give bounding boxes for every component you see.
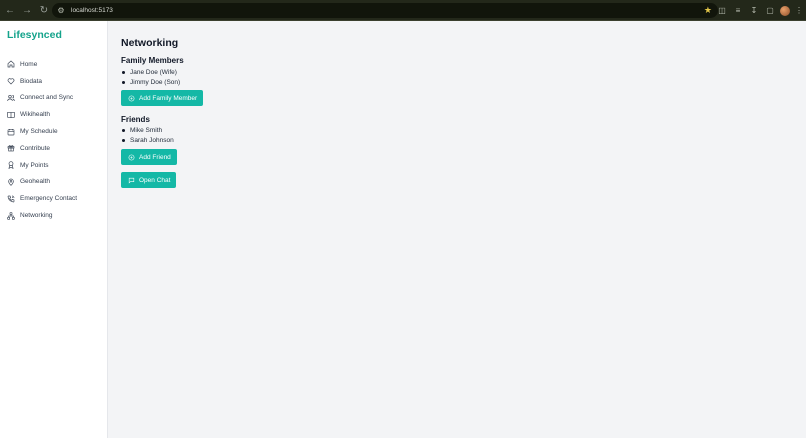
plus-circle-icon <box>128 95 135 101</box>
list-item: Mike Smith <box>121 125 174 135</box>
sidebar-item-label: Contribute <box>20 144 50 152</box>
sidebar-item-label: Networking <box>20 212 53 220</box>
sidebar-item-label: Home <box>20 60 38 68</box>
sidebar-item-emergency-contact[interactable]: Emergency Contact <box>0 190 108 207</box>
sidebar-item-wikihealth[interactable]: Wikihealth <box>0 106 108 123</box>
phone-icon <box>7 195 15 203</box>
calendar-icon <box>7 128 15 135</box>
sidebar-item-label: My Points <box>20 161 49 169</box>
friends-heading: Friends <box>121 115 150 124</box>
page-title: Networking <box>121 37 179 49</box>
award-icon <box>8 161 14 170</box>
split-view-icon[interactable]: ▢ <box>763 4 777 18</box>
plus-circle-icon <box>128 154 135 160</box>
bookmark-star-icon[interactable]: ★ <box>704 5 712 16</box>
sidebar-item-label: Biodata <box>20 77 43 85</box>
sidebar-item-networking[interactable]: Networking <box>0 207 108 224</box>
forward-icon[interactable]: → <box>20 3 34 17</box>
list-item: Jane Doe (Wife) <box>121 67 180 77</box>
browser-actions: ◫ ≡ ↧ ▢ ⋮ <box>713 3 806 18</box>
address-bar[interactable]: ⚙ localhost:5173 ★ <box>52 3 718 18</box>
open-chat-button[interactable]: Open Chat <box>121 172 177 188</box>
sidebar-item-my-schedule[interactable]: My Schedule <box>0 123 108 140</box>
sidebar-item-label: Wikihealth <box>20 111 50 119</box>
download-icon[interactable]: ↧ <box>747 4 761 18</box>
sidebar-item-contribute[interactable]: Contribute <box>0 140 108 157</box>
family-members-list: Jane Doe (Wife) Jimmy Doe (Son) <box>121 67 180 87</box>
browser-toolbar: ← → ↻ ⚙ localhost:5173 ★ ◫ ≡ ↧ ▢ ⋮ <box>0 0 806 21</box>
friends-list: Mike Smith Sarah Johnson <box>121 125 174 145</box>
book-icon <box>7 111 15 118</box>
sidebar-item-label: My Schedule <box>20 128 58 136</box>
users-icon <box>7 94 15 102</box>
extensions-icon[interactable]: ◫ <box>715 4 729 18</box>
sidebar-item-biodata[interactable]: Biodata <box>0 73 108 90</box>
gift-icon <box>7 145 15 152</box>
add-family-member-label: Add Family Member <box>139 94 198 102</box>
sidebar-item-label: Connect and Sync <box>20 94 74 102</box>
sidebar-item-geohealth[interactable]: Geohealth <box>0 174 108 191</box>
add-friend-label: Add Friend <box>139 153 171 161</box>
brand-logo[interactable]: Lifesynced <box>7 29 62 41</box>
open-chat-label: Open Chat <box>139 176 171 184</box>
list-item: Jimmy Doe (Son) <box>121 77 180 87</box>
menu-kebab-icon[interactable]: ⋮ <box>792 4 806 18</box>
sidebar-menu: Home Biodata Connect and Sync Wikihealth… <box>0 56 108 224</box>
sidebar-item-my-points[interactable]: My Points <box>0 157 108 174</box>
heart-icon <box>7 78 15 85</box>
family-members-heading: Family Members <box>121 56 184 65</box>
reload-icon[interactable]: ↻ <box>37 3 51 17</box>
network-icon <box>7 211 15 220</box>
list-item: Sarah Johnson <box>121 135 174 145</box>
url-text[interactable]: localhost:5173 <box>71 7 113 14</box>
site-info-icon[interactable]: ⚙ <box>57 6 65 15</box>
cast-icon[interactable]: ≡ <box>731 4 745 18</box>
sidebar: Lifesynced Home Biodata Connect and Sync… <box>0 21 108 438</box>
sidebar-item-label: Geohealth <box>20 178 50 186</box>
map-pin-icon <box>8 178 14 186</box>
chat-icon <box>128 177 135 184</box>
sidebar-item-connect-and-sync[interactable]: Connect and Sync <box>0 90 108 107</box>
sidebar-item-label: Emergency Contact <box>20 195 78 203</box>
add-friend-button[interactable]: Add Friend <box>121 149 177 165</box>
sidebar-item-home[interactable]: Home <box>0 56 108 73</box>
profile-avatar[interactable] <box>780 5 790 16</box>
back-icon[interactable]: ← <box>3 3 17 17</box>
add-family-member-button[interactable]: Add Family Member <box>121 90 204 106</box>
home-icon <box>7 60 15 68</box>
